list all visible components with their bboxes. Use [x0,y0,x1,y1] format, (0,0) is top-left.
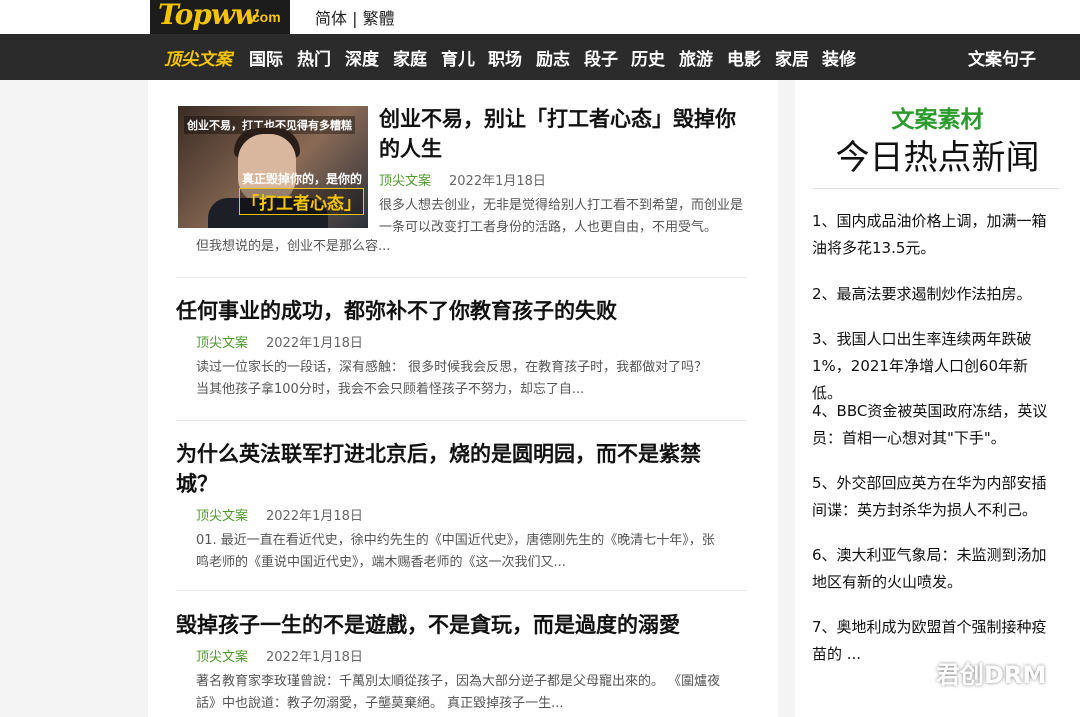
nav-item-lishi[interactable]: 历史 [631,45,665,70]
article-source[interactable]: 顶尖文案 [196,336,248,351]
news-item[interactable]: 6、澳大利亚气象局：未监测到汤加地区有新的火山喷发。 [812,542,1057,596]
divider [176,590,746,591]
sidebar-heading-main: 今日热点新闻 [835,138,1040,178]
article-date: 2022年1月18日 [266,509,363,524]
nav-brand[interactable]: 顶尖文案 [164,45,232,70]
site-logo[interactable]: Topww .com [150,0,290,34]
article-meta: 顶尖文案 2022年1月18日 [176,505,746,524]
language-switch: 简体 | 繁體 [315,5,395,29]
watermark-text: 君创DRM [936,661,1047,689]
article-item: 为什么英法联军打进北京后，烧的是圆明园，而不是紫禁城？ 顶尖文案 2022年1月1… [176,439,746,574]
article-item: 创业不易，别让「打工者心态」毁掉你的人生 顶尖文案 2022年1月18日 很多人想… [379,104,749,239]
article-source[interactable]: 顶尖文案 [196,509,248,524]
nav-item-zhuangxiu[interactable]: 装修 [822,45,856,70]
lang-traditional[interactable]: 繁體 [363,9,395,28]
thumbnail-subtext: 真正毁掉你的，是你的 [241,172,362,186]
article-thumbnail[interactable]: 创业不易，打工也不见得有多糟糕 真正毁掉你的，是你的 「打工者心态」 [178,106,368,228]
article-item: 毁掉孩子一生的不是遊戲，不是貪玩，而是過度的溺愛 顶尖文案 2022年1月18日 … [176,610,746,715]
nav-item-guoji[interactable]: 国际 [249,45,283,70]
divider [176,277,746,278]
news-item[interactable]: 4、BBC资金被英国政府冻结，英议员：首相一心想对其"下手"。 [812,398,1057,452]
lang-simplified[interactable]: 简体 [315,9,347,28]
article-excerpt-continued: 但我想说的是，创业不是那么容... [196,239,391,254]
article-date: 2022年1月18日 [266,650,363,665]
news-item[interactable]: 5、外交部回应英方在华为内部安插间谍：英方封杀华为损人不利己。 [812,470,1057,524]
thumbnail-highlight: 「打工者心态」 [239,188,364,215]
nav-item-zhichang[interactable]: 职场 [488,45,522,70]
article-title[interactable]: 创业不易，别让「打工者心态」毁掉你的人生 [379,104,749,164]
article-date: 2022年1月18日 [266,336,363,351]
article-excerpt: 很多人想去创业，无非是觉得给别人打工看不到希望，而创业是一条可以改变打工者身份的… [379,198,744,235]
nav-item-jiaju[interactable]: 家居 [775,45,809,70]
article-list: 创业不易，打工也不见得有多糟糕 真正毁掉你的，是你的 「打工者心态」 创业不易，… [148,80,778,717]
article-title[interactable]: 任何事业的成功，都弥补不了你教育孩子的失败 [176,296,746,326]
article-item: 任何事业的成功，都弥补不了你教育孩子的失败 顶尖文案 2022年1月18日 读过一… [176,296,746,401]
article-title[interactable]: 为什么英法联军打进北京后，烧的是圆明园，而不是紫禁城？ [176,439,721,499]
article-meta: 顶尖文案 2022年1月18日 [176,646,746,665]
nav-item-wenan-juzi[interactable]: 文案句子 [968,45,1036,70]
article-meta: 顶尖文案 2022年1月18日 [379,170,749,189]
article-source[interactable]: 顶尖文案 [196,650,248,665]
nav-item-jiating[interactable]: 家庭 [393,45,427,70]
logo-suffix: .com [248,9,281,25]
nav-item-remen[interactable]: 热门 [297,45,331,70]
nav-item-yuer[interactable]: 育儿 [441,45,475,70]
news-item[interactable]: 1、国内成品油价格上调，加满一箱油将多花13.5元。 [812,208,1057,262]
divider [176,420,746,421]
article-title[interactable]: 毁掉孩子一生的不是遊戲，不是貪玩，而是過度的溺愛 [176,610,746,640]
top-bar: Topww .com 简体 | 繁體 [0,0,1080,34]
news-item[interactable]: 2、最高法要求遏制炒作法拍房。 [812,281,1057,308]
sidebar-divider [813,188,1059,189]
nav-item-lvyou[interactable]: 旅游 [679,45,713,70]
sidebar: 文案素材 今日热点新闻 1、国内成品油价格上调，加满一箱油将多花13.5元。 2… [795,80,1080,717]
nav-item-lizhi[interactable]: 励志 [536,45,570,70]
article-excerpt: 著名教育家李玫瑾曾說：千萬別太順從孩子，因為大部分逆子都是父母寵出來的。 《圍爐… [196,674,721,711]
article-excerpt: 读过一位家长的一段话，深有感触： 很多时候我会反思，在教育孩子时，我都做对了吗？… [196,360,708,397]
logo-main: Topww [158,0,258,31]
lang-separator: | [347,9,363,28]
nav-item-shendu[interactable]: 深度 [345,45,379,70]
nav-item-duanzi[interactable]: 段子 [584,45,618,70]
main-nav: 顶尖文案 国际 热门 深度 家庭 育儿 职场 励志 段子 历史 旅游 电影 家居… [0,34,1080,80]
article-meta: 顶尖文案 2022年1月18日 [176,332,746,351]
article-excerpt: 01. 最近一直在看近代史，徐中约先生的《中国近代史》，唐德刚先生的《晚清七十年… [196,533,715,570]
news-item[interactable]: 3、我国人口出生率连续两年跌破1%，2021年净增人口创60年新低。 [812,326,1057,407]
sidebar-heading-top: 文案素材 [891,107,984,133]
article-source[interactable]: 顶尖文案 [379,174,431,189]
article-date: 2022年1月18日 [449,174,546,189]
nav-item-dianying[interactable]: 电影 [727,45,761,70]
wechat-icon [893,657,931,684]
